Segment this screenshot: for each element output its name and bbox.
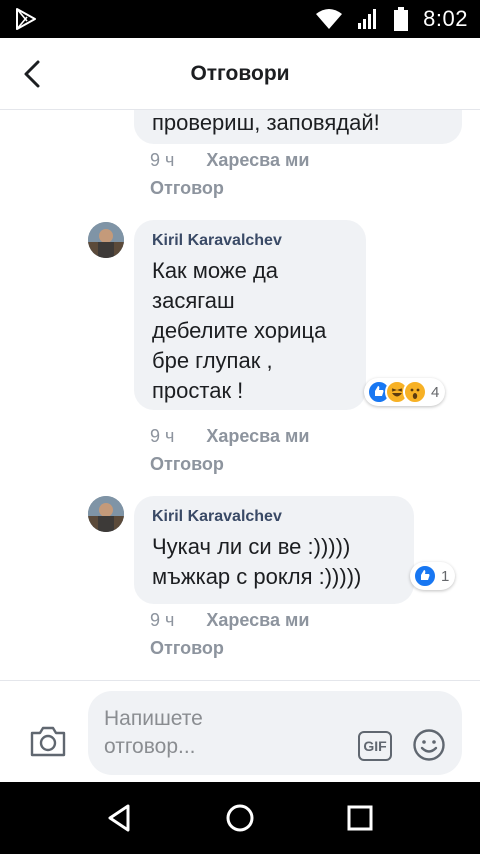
comment-author[interactable]: Kiril Karavalchev <box>152 232 348 250</box>
comment-actions: 9 ч Харесва ми Отговор <box>150 146 309 202</box>
comment-time: 9 ч <box>150 150 175 170</box>
gif-button[interactable]: GIF <box>358 731 392 761</box>
status-bar: 8:02 <box>0 0 480 38</box>
comment-text: Чукач ли си ве :))))) мъжкар с рокля :))… <box>152 534 362 589</box>
system-nav-bar <box>0 782 480 854</box>
home-nav-icon[interactable] <box>224 802 256 834</box>
header: Отговори <box>0 38 480 110</box>
replies-screen: Отговори провериш, заповядай! 9 ч Харесва… <box>0 38 480 782</box>
reply-link[interactable]: Отговор <box>150 178 224 198</box>
wow-reaction-icon <box>403 380 427 404</box>
reactions-summary[interactable]: 1 <box>410 562 456 590</box>
status-time: 8:02 <box>423 6 468 31</box>
reply-thread[interactable]: провериш, заповядай! 9 ч Харесва ми Отгов… <box>0 110 480 680</box>
signal-icon <box>358 9 377 29</box>
comment-time: 9 ч <box>150 610 175 630</box>
comment-bubble: Kiril Karavalchev Чукач ли си ве :))))) … <box>134 496 414 604</box>
comment-time: 9 ч <box>150 426 175 446</box>
comment-bubble-partial: провериш, заповядай! <box>134 110 462 144</box>
like-reaction-icon <box>413 564 437 588</box>
emoji-icon[interactable] <box>412 728 446 762</box>
reply-link[interactable]: Отговор <box>150 454 224 474</box>
comment-text: провериш, заповядай! <box>152 110 380 135</box>
like-link[interactable]: Харесва ми <box>206 150 309 170</box>
reply-composer: Напишете отговор... GIF <box>0 680 480 782</box>
wifi-icon <box>316 9 343 29</box>
like-link[interactable]: Харесва ми <box>206 426 309 446</box>
battery-icon <box>394 7 409 31</box>
like-link[interactable]: Харесва ми <box>206 610 309 630</box>
page-title: Отговори <box>190 62 290 85</box>
avatar[interactable] <box>88 496 124 532</box>
comment-bubble: Kiril Karavalchev Как може да засягаш де… <box>134 220 366 410</box>
reaction-count: 1 <box>441 567 450 585</box>
reply-input[interactable]: Напишете отговор... GIF <box>88 691 462 775</box>
reply-link[interactable]: Отговор <box>150 638 224 658</box>
comment-actions: 9 ч Харесва ми Отговор <box>150 606 309 662</box>
play-store-notification-icon <box>16 8 36 30</box>
comment-text: Как може да засягаш дебелите хорица бре … <box>152 258 327 403</box>
recents-nav-icon[interactable] <box>344 802 376 834</box>
avatar[interactable] <box>88 222 124 258</box>
comment-actions: 9 ч Харесва ми Отговор <box>150 422 309 478</box>
reply-placeholder: Напишете отговор... <box>104 707 203 758</box>
reaction-count: 4 <box>431 383 440 401</box>
reactions-summary[interactable]: 4 <box>364 378 446 406</box>
comment-author[interactable]: Kiril Karavalchev <box>152 508 396 526</box>
camera-icon[interactable] <box>28 723 68 759</box>
back-nav-icon[interactable] <box>104 802 136 834</box>
